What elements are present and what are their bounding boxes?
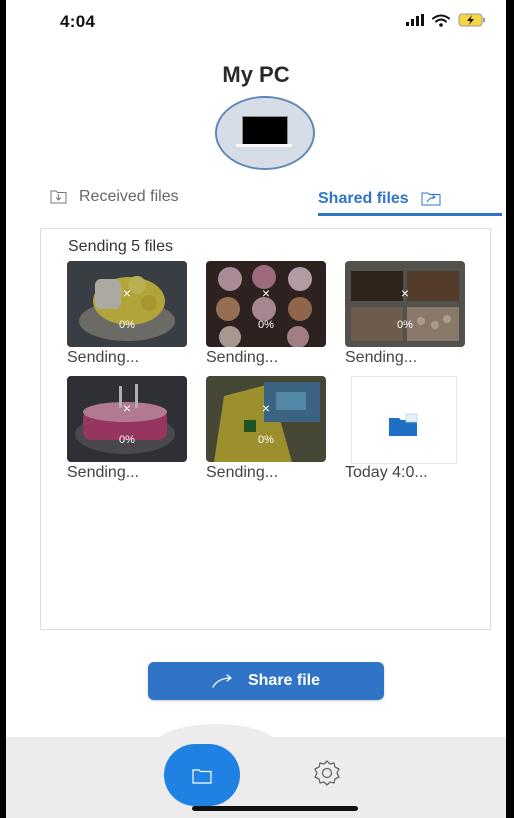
thumbnail-overlay — [206, 261, 326, 347]
thumbnail-overlay — [345, 261, 465, 347]
cancel-send-icon[interactable]: × — [206, 400, 326, 416]
tab-received-label: Received files — [79, 188, 179, 205]
progress-percent: 0% — [119, 434, 135, 446]
status-icons — [406, 13, 486, 27]
thumbnail-overlay — [206, 376, 326, 462]
nav-settings-button[interactable] — [309, 756, 345, 792]
document-card — [351, 376, 457, 464]
file-tabs: Received files Shared files — [40, 184, 502, 216]
file-status-label: Sending... — [206, 464, 279, 481]
cancel-send-icon[interactable]: × — [206, 285, 326, 301]
wifi-icon — [432, 14, 450, 27]
gear-icon — [314, 760, 340, 786]
thumbnail-overlay — [67, 376, 187, 462]
share-file-button[interactable]: Share file — [148, 662, 384, 700]
file-status-label: Sending... — [345, 349, 418, 366]
shared-folder-icon — [421, 192, 441, 206]
file-tile[interactable]: × 0% Sending... — [67, 261, 187, 371]
thumbnail-overlay — [67, 261, 187, 347]
sending-files-title: Sending 5 files — [68, 238, 173, 255]
nav-files-button[interactable] — [164, 744, 240, 806]
progress-percent: 0% — [397, 319, 413, 331]
file-tile[interactable]: × 0% Sending... — [67, 376, 187, 486]
file-status-label: Sending... — [206, 349, 279, 366]
share-file-label: Share file — [247, 672, 321, 689]
signal-icon — [406, 14, 424, 26]
share-arrow-icon — [212, 674, 233, 688]
cancel-send-icon[interactable]: × — [345, 285, 465, 301]
progress-percent: 0% — [258, 434, 274, 446]
laptop-base — [236, 144, 292, 147]
progress-percent: 0% — [258, 319, 274, 331]
cancel-send-icon[interactable]: × — [67, 400, 187, 416]
page-title: My PC — [222, 62, 290, 87]
file-tile[interactable]: × 0% Sending... — [345, 261, 465, 371]
cancel-send-icon[interactable]: × — [67, 285, 187, 301]
tab-shared-files[interactable]: Shared files — [318, 184, 502, 214]
app-screen: 4:04 My PC Received files Shared files S… — [6, 0, 506, 818]
tab-received-files[interactable]: Received files — [50, 188, 179, 206]
battery-charging-icon — [458, 13, 485, 27]
folder-document-icon — [389, 413, 418, 436]
home-indicator — [192, 806, 358, 811]
file-status-label: Sending... — [67, 464, 140, 481]
file-thumbnail: × 0% — [67, 376, 187, 462]
tab-shared-label: Shared files — [318, 190, 409, 207]
file-status-label: Sending... — [67, 349, 140, 366]
file-thumbnail: × 0% — [67, 261, 187, 347]
file-tile[interactable]: × 0% Sending... — [206, 376, 326, 486]
download-tray-icon — [50, 190, 67, 204]
sending-files-panel: Sending 5 files × 0% Sending... × 0% Sen… — [40, 228, 491, 630]
active-tab-indicator — [318, 213, 502, 216]
progress-percent: 0% — [119, 319, 135, 331]
file-tile[interactable]: Today 4:0... — [345, 376, 465, 486]
status-bar: 4:04 — [6, 0, 506, 44]
file-thumbnail: × 0% — [206, 261, 326, 347]
file-thumbnail: × 0% — [206, 376, 326, 462]
laptop-icon — [242, 116, 288, 145]
file-date-label: Today 4:0... — [345, 464, 428, 481]
file-thumbnail: × 0% — [345, 261, 465, 347]
pc-avatar — [215, 96, 315, 170]
folder-icon — [192, 769, 212, 784]
status-time: 4:04 — [60, 12, 96, 31]
file-tile[interactable]: × 0% Sending... — [206, 261, 326, 371]
